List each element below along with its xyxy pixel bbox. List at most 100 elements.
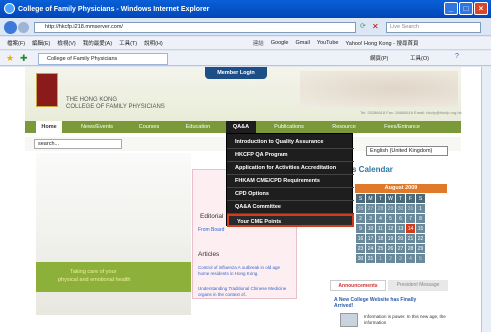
dropdown-qa-program[interactable]: HKCFP QA Program bbox=[227, 149, 354, 162]
calendar-date-cell[interactable]: 2 bbox=[356, 214, 365, 223]
back-icon[interactable] bbox=[4, 21, 17, 34]
announcement-text: Information is power. In this new age, t… bbox=[364, 314, 446, 325]
calendar-date-cell[interactable]: 6 bbox=[396, 214, 405, 223]
calendar-date-cell[interactable]: 1 bbox=[376, 254, 385, 263]
link-google[interactable]: Google bbox=[271, 40, 289, 46]
articles-heading: Articles bbox=[198, 251, 220, 258]
favorites-star-icon[interactable]: ★ bbox=[6, 53, 14, 64]
header-family-photo bbox=[300, 71, 458, 107]
nav-resource[interactable]: Resource bbox=[324, 121, 364, 133]
search-input[interactable]: Live Search bbox=[386, 22, 481, 33]
calendar-date-cell[interactable]: 14 bbox=[406, 224, 415, 233]
calendar-date-cell[interactable]: 23 bbox=[356, 244, 365, 253]
stop-icon[interactable]: ✕ bbox=[372, 22, 382, 33]
calendar-date-cell[interactable]: 13 bbox=[396, 224, 405, 233]
add-favorite-icon[interactable]: ✚ bbox=[20, 53, 28, 64]
calendar-date-cell[interactable]: 12 bbox=[386, 224, 395, 233]
calendar-date-cell[interactable]: 15 bbox=[416, 224, 425, 233]
article-1-link[interactable]: Control of influenza A outbreak in old a… bbox=[198, 265, 290, 277]
calendar-date-cell[interactable]: 29 bbox=[416, 244, 425, 253]
calendar-date-cell[interactable]: 31 bbox=[366, 254, 375, 263]
editorial-link[interactable]: From Board bbox=[198, 227, 224, 233]
calendar-date-cell[interactable]: 2 bbox=[386, 254, 395, 263]
window-title: College of Family Physicians - Windows I… bbox=[18, 5, 210, 13]
calendar-date-cell[interactable]: 18 bbox=[376, 234, 385, 243]
calendar-date-cell[interactable]: 11 bbox=[376, 224, 385, 233]
calendar-day-header: F bbox=[406, 194, 415, 203]
calendar-date-cell[interactable]: 4 bbox=[376, 214, 385, 223]
calendar-date-cell[interactable]: 27 bbox=[396, 244, 405, 253]
menu-file[interactable]: 檔案(F) bbox=[7, 39, 25, 47]
dropdown-intro-qa[interactable]: Introduction to Quality Assurance bbox=[227, 136, 354, 149]
calendar-date-cell[interactable]: 22 bbox=[416, 234, 425, 243]
calendar-date-cell[interactable]: 7 bbox=[406, 214, 415, 223]
calendar-date-cell[interactable]: 17 bbox=[366, 234, 375, 243]
dropdown-qaa-committee[interactable]: QA&A Committee bbox=[227, 201, 354, 214]
browser-tab[interactable]: College of Family Physicians bbox=[38, 53, 168, 65]
nav-home[interactable]: Home bbox=[36, 121, 62, 133]
calendar-date-cell[interactable]: 31 bbox=[406, 204, 415, 213]
tab-announcements[interactable]: Announcements bbox=[330, 280, 386, 291]
calendar-date-cell[interactable]: 8 bbox=[416, 214, 425, 223]
menu-view[interactable]: 檢視(V) bbox=[57, 39, 75, 47]
link-gmail[interactable]: Gmail bbox=[296, 40, 310, 46]
maximize-button[interactable]: □ bbox=[459, 2, 473, 15]
help-icon[interactable]: ? bbox=[455, 53, 459, 60]
article-2-link[interactable]: Understanding Traditional Chinese Medici… bbox=[198, 286, 290, 298]
nav-education[interactable]: Education bbox=[178, 121, 218, 133]
nav-news-events[interactable]: News/Events bbox=[76, 121, 118, 133]
calendar-date-cell[interactable]: 21 bbox=[406, 234, 415, 243]
link-yahoo[interactable]: Yahoo! Hong Kong - 搜尋首頁 bbox=[346, 39, 419, 47]
calendar-date-cell[interactable]: 10 bbox=[366, 224, 375, 233]
calendar-date-cell[interactable]: 25 bbox=[376, 244, 385, 253]
calendar-date-cell[interactable]: 29 bbox=[386, 204, 395, 213]
forward-icon[interactable] bbox=[18, 22, 29, 33]
dropdown-your-cme-points[interactable]: Your CME Points bbox=[227, 214, 354, 227]
nav-courses[interactable]: Courses bbox=[130, 121, 168, 133]
calendar-date-cell[interactable]: 3 bbox=[396, 254, 405, 263]
tab-president-message[interactable]: President Message bbox=[388, 280, 448, 291]
tools-menu[interactable]: 工具(O) bbox=[410, 54, 429, 62]
calendar-date-cell[interactable]: 20 bbox=[396, 234, 405, 243]
calendar-date-cell[interactable]: 26 bbox=[386, 244, 395, 253]
menu-edit[interactable]: 編輯(E) bbox=[32, 39, 50, 47]
calendar-date-cell[interactable]: 5 bbox=[386, 214, 395, 223]
menu-tools[interactable]: 工具(T) bbox=[119, 39, 137, 47]
calendar-date-cell[interactable]: 30 bbox=[396, 204, 405, 213]
member-login-button[interactable]: Member Login bbox=[205, 67, 267, 79]
calendar-day-header: T bbox=[396, 194, 405, 203]
close-button[interactable]: × bbox=[474, 2, 488, 15]
language-select[interactable]: English (United Kingdom) bbox=[366, 146, 448, 156]
menu-favorites[interactable]: 我的最愛(A) bbox=[83, 39, 112, 47]
calendar-date-cell[interactable]: 3 bbox=[366, 214, 375, 223]
calendar-date-cell[interactable]: 30 bbox=[356, 254, 365, 263]
nav-publications[interactable]: Publications bbox=[266, 121, 312, 133]
calendar-date-cell[interactable]: 27 bbox=[366, 204, 375, 213]
calendar-date-cell[interactable]: 16 bbox=[356, 234, 365, 243]
site-search-input[interactable]: search... bbox=[34, 139, 122, 149]
address-input[interactable]: http://hkcfp.i218.mmserver.com/ bbox=[34, 22, 356, 33]
calendar-date-cell[interactable]: 9 bbox=[356, 224, 365, 233]
calendar-date-cell[interactable]: 28 bbox=[406, 244, 415, 253]
calendar-date-cell[interactable]: 28 bbox=[376, 204, 385, 213]
calendar-date-cell[interactable]: 24 bbox=[366, 244, 375, 253]
dropdown-cpd-options[interactable]: CPD Options bbox=[227, 188, 354, 201]
calendar-date-cell[interactable]: 19 bbox=[386, 234, 395, 243]
calendar-date-cell[interactable]: 5 bbox=[416, 254, 425, 263]
calendar-date-cell[interactable]: 1 bbox=[416, 204, 425, 213]
announcement-title[interactable]: A New College Website has Finally Arrive… bbox=[334, 297, 424, 309]
minimize-button[interactable]: _ bbox=[444, 2, 458, 15]
dropdown-fhkam-requirements[interactable]: FHKAM CME/CPD Requirements bbox=[227, 175, 354, 188]
refresh-icon[interactable]: ⟳ bbox=[360, 22, 370, 33]
menu-help[interactable]: 說明(H) bbox=[144, 39, 163, 47]
calendar-day-header: T bbox=[376, 194, 385, 203]
vertical-scrollbar[interactable] bbox=[481, 67, 491, 332]
nav-qaa[interactable]: QA&A bbox=[226, 121, 256, 133]
dropdown-activities-accreditation[interactable]: Application for Activities Accreditation bbox=[227, 162, 354, 175]
nav-fees-entrance[interactable]: Fees/Entrance bbox=[378, 121, 426, 133]
calendar-day-header: S bbox=[356, 194, 365, 203]
link-youtube[interactable]: YouTube bbox=[317, 40, 339, 46]
calendar-date-cell[interactable]: 26 bbox=[356, 204, 365, 213]
page-menu[interactable]: 網頁(P) bbox=[370, 54, 388, 62]
calendar-date-cell[interactable]: 4 bbox=[406, 254, 415, 263]
